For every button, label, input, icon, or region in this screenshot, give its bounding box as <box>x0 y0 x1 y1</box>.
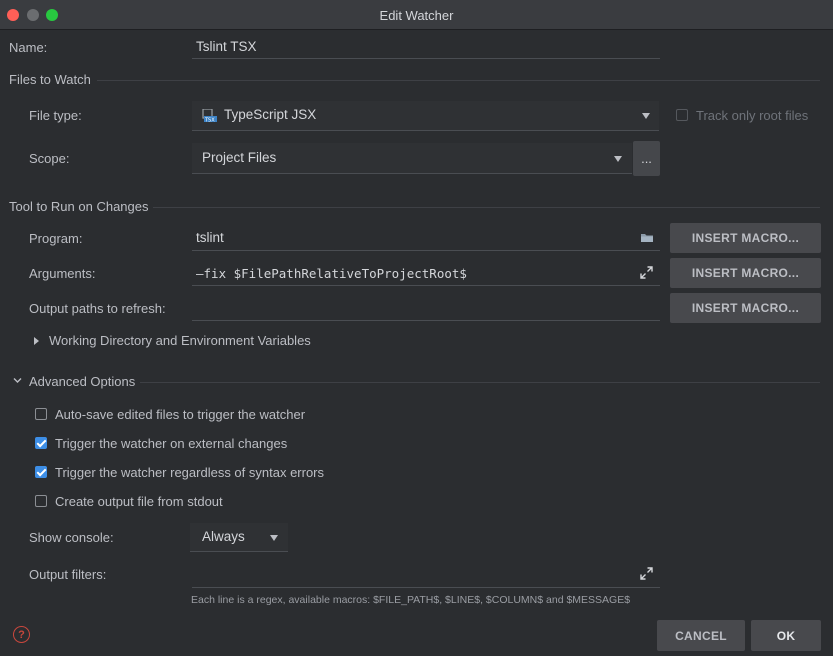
program-label: Program: <box>29 231 83 246</box>
syntax-errors-checkbox[interactable] <box>35 466 47 478</box>
auto-save-checkbox[interactable] <box>35 408 47 420</box>
scope-select[interactable]: Project Files <box>192 143 632 174</box>
arguments-input[interactable]: —fix $FilePathRelativeToProjectRoot$ <box>196 266 467 281</box>
section-divider <box>140 382 820 383</box>
chevron-down-icon <box>614 156 622 162</box>
folder-icon[interactable] <box>640 232 654 243</box>
program-input-underline <box>192 250 660 251</box>
program-input[interactable]: tslint <box>196 230 224 245</box>
scope-label: Scope: <box>29 151 70 166</box>
arguments-input-underline <box>192 285 660 286</box>
svg-text:TSX: TSX <box>204 117 215 123</box>
output-paths-label: Output paths to refresh: <box>29 301 166 316</box>
expand-icon[interactable] <box>640 266 653 279</box>
auto-save-label: Auto-save edited files to trigger the wa… <box>55 407 306 422</box>
external-changes-label: Trigger the watcher on external changes <box>55 436 288 451</box>
file-type-value: TypeScript JSX <box>224 107 317 122</box>
name-input-underline <box>192 58 660 59</box>
track-root-label: Track only root files <box>696 108 809 123</box>
files-to-watch-title: Files to Watch <box>9 72 91 87</box>
scope-more-button[interactable]: ... <box>633 141 660 176</box>
chevron-down-icon <box>13 378 22 383</box>
cancel-button[interactable]: CANCEL <box>657 620 745 651</box>
output-filters-input[interactable] <box>192 587 660 588</box>
chevron-down-icon <box>270 535 278 541</box>
name-label: Name: <box>9 40 48 55</box>
expand-icon[interactable] <box>640 567 653 580</box>
name-input[interactable]: Tslint TSX <box>196 39 257 54</box>
tool-section-title: Tool to Run on Changes <box>9 199 149 214</box>
ok-button[interactable]: OK <box>751 620 821 651</box>
external-changes-checkbox[interactable] <box>35 437 47 449</box>
tsx-file-icon: TSX <box>202 109 217 123</box>
section-divider <box>97 80 820 81</box>
chevron-down-icon <box>642 113 650 119</box>
file-type-label: File type: <box>29 108 82 123</box>
section-divider <box>153 207 820 208</box>
window-title: Edit Watcher <box>379 8 454 23</box>
show-console-select[interactable]: Always <box>190 523 288 552</box>
create-output-checkbox[interactable] <box>35 495 47 507</box>
output-filters-label: Output filters: <box>29 567 107 582</box>
chevron-right-icon <box>34 337 39 345</box>
arguments-insert-macro-button[interactable]: INSERT MACRO... <box>670 258 821 288</box>
working-dir-label: Working Directory and Environment Variab… <box>49 333 311 348</box>
show-console-value: Always <box>202 529 245 544</box>
title-bar: Edit Watcher <box>0 0 833 30</box>
output-paths-input-underline <box>192 320 660 321</box>
arguments-label: Arguments: <box>29 266 96 281</box>
advanced-options-title: Advanced Options <box>29 374 136 389</box>
output-paths-insert-macro-button[interactable]: INSERT MACRO... <box>670 293 821 323</box>
file-type-select[interactable]: TSX TypeScript JSX <box>192 101 659 131</box>
program-insert-macro-button[interactable]: INSERT MACRO... <box>670 223 821 253</box>
show-console-label: Show console: <box>29 530 114 545</box>
syntax-errors-label: Trigger the watcher regardless of syntax… <box>55 465 325 480</box>
scope-value: Project Files <box>202 150 277 165</box>
output-filters-hint: Each line is a regex, available macros: … <box>191 594 631 606</box>
track-root-checkbox[interactable] <box>676 109 688 121</box>
help-icon[interactable]: ? <box>13 626 30 643</box>
create-output-label: Create output file from stdout <box>55 494 223 509</box>
